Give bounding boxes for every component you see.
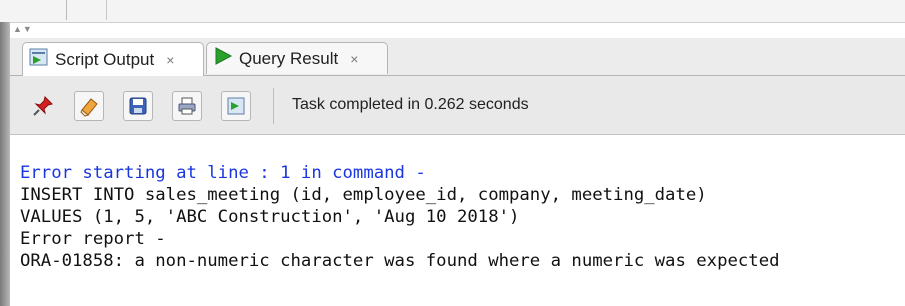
- error-header-line: Error starting at line : 1 in command -: [20, 163, 426, 183]
- tab-close-button[interactable]: ×: [166, 52, 174, 68]
- output-toolbar: Task completed in 0.262 seconds: [10, 76, 905, 135]
- task-status-text: Task completed in 0.262 seconds: [292, 96, 529, 113]
- tab-label: Script Output: [55, 49, 155, 69]
- tab-script-output[interactable]: Script Output ×: [22, 42, 204, 76]
- output-line: VALUES (1, 5, 'ABC Construction', 'Aug 1…: [20, 207, 520, 227]
- output-tab-strip: Script Output × Query Result ×: [10, 38, 905, 76]
- print-icon[interactable]: [172, 91, 202, 121]
- save-icon[interactable]: [123, 91, 153, 121]
- tab-label: Query Result: [239, 48, 339, 68]
- output-line: INSERT INTO sales_meeting (id, employee_…: [20, 185, 707, 205]
- top-divider-strip: [0, 0, 905, 23]
- tab-close-button[interactable]: ×: [350, 51, 358, 67]
- column-divider: [106, 0, 107, 20]
- column-divider: [66, 0, 67, 20]
- tab-query-result[interactable]: Query Result ×: [206, 42, 388, 74]
- collapse-arrows-icon[interactable]: ▲▼: [13, 24, 33, 34]
- eraser-icon[interactable]: [74, 91, 104, 121]
- toolbar-separator: [273, 88, 274, 124]
- run-triangle-icon: [213, 46, 233, 71]
- left-panel-edge: [0, 22, 10, 306]
- script-output-icon: [29, 47, 49, 72]
- output-line: Error report -: [20, 229, 166, 249]
- export-icon[interactable]: [221, 91, 251, 121]
- output-line: ORA-01858: a non-numeric character was f…: [20, 251, 780, 271]
- script-output-text: Error starting at line : 1 in command -I…: [20, 162, 780, 272]
- pin-icon[interactable]: [28, 91, 58, 121]
